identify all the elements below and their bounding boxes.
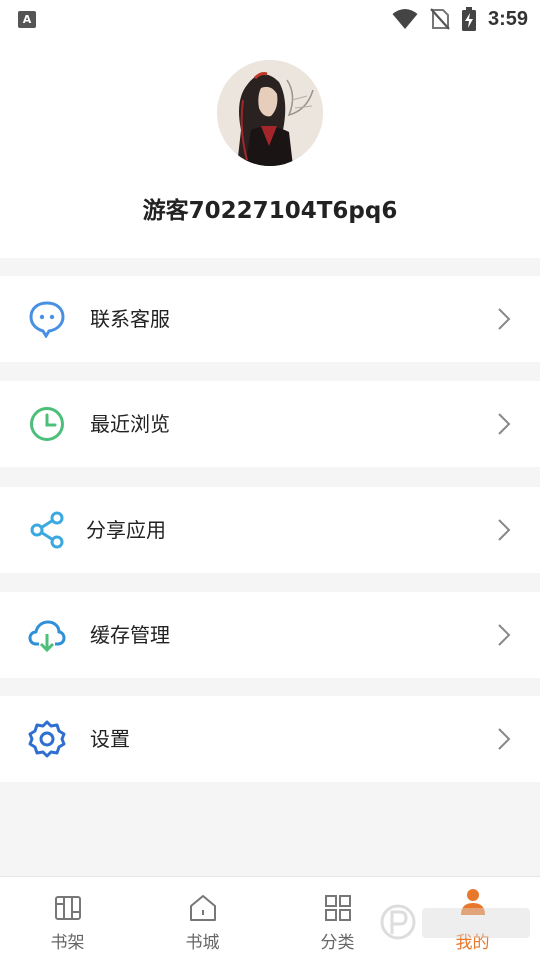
no-sim-icon	[430, 8, 450, 30]
nav-label: 分类	[320, 933, 355, 953]
a-notification-icon: A	[18, 10, 36, 28]
user-avatar[interactable]	[217, 60, 323, 166]
battery-charging-icon	[461, 7, 476, 31]
nav-label: 书城	[185, 933, 220, 953]
menu-label: 设置	[90, 727, 130, 751]
nav-item-mine[interactable]: 我的	[405, 877, 540, 960]
bookshelf-icon	[54, 896, 81, 920]
status-bar: A 3:59	[0, 0, 540, 38]
share-icon	[30, 511, 64, 549]
status-right: 3:59	[392, 7, 528, 31]
menu-item-settings[interactable]: 设置	[0, 696, 540, 782]
bottom-nav: 书架 书城 分类 我的	[0, 876, 540, 960]
status-time: 3:59	[487, 7, 528, 30]
chevron-right-icon	[498, 624, 511, 646]
profile-header: 游客70227104T6pq6	[0, 38, 540, 258]
menu-label: 联系客服	[90, 307, 170, 331]
nav-label: 我的	[455, 933, 490, 953]
menu-item-cache-management[interactable]: 缓存管理	[0, 592, 540, 678]
person-icon	[460, 889, 485, 915]
menu-label: 最近浏览	[90, 412, 170, 436]
chevron-right-icon	[498, 728, 511, 750]
gear-icon	[28, 720, 66, 758]
category-grid-icon	[324, 895, 351, 921]
home-icon	[189, 895, 216, 921]
menu-item-share-app[interactable]: 分享应用	[0, 487, 540, 573]
menu-label: 缓存管理	[90, 623, 170, 647]
chat-bubble-icon	[29, 301, 65, 338]
menu-label: 分享应用	[86, 518, 166, 542]
chevron-right-icon	[498, 519, 511, 541]
username: 游客70227104T6pq6	[142, 198, 398, 224]
menu-item-customer-service[interactable]: 联系客服	[0, 276, 540, 362]
menu-item-recent-browsing[interactable]: 最近浏览	[0, 381, 540, 467]
clock-icon	[30, 407, 64, 441]
nav-item-bookstore[interactable]: 书城	[135, 877, 270, 960]
wifi-icon	[392, 9, 418, 29]
nav-label: 书架	[50, 933, 85, 953]
nav-item-bookshelf[interactable]: 书架	[0, 877, 135, 960]
chevron-right-icon	[498, 413, 511, 435]
nav-item-category[interactable]: 分类	[270, 877, 405, 960]
avatar-illustration	[217, 60, 323, 166]
cloud-download-icon	[28, 620, 66, 653]
status-left: A	[18, 10, 36, 28]
chevron-right-icon	[498, 308, 511, 330]
